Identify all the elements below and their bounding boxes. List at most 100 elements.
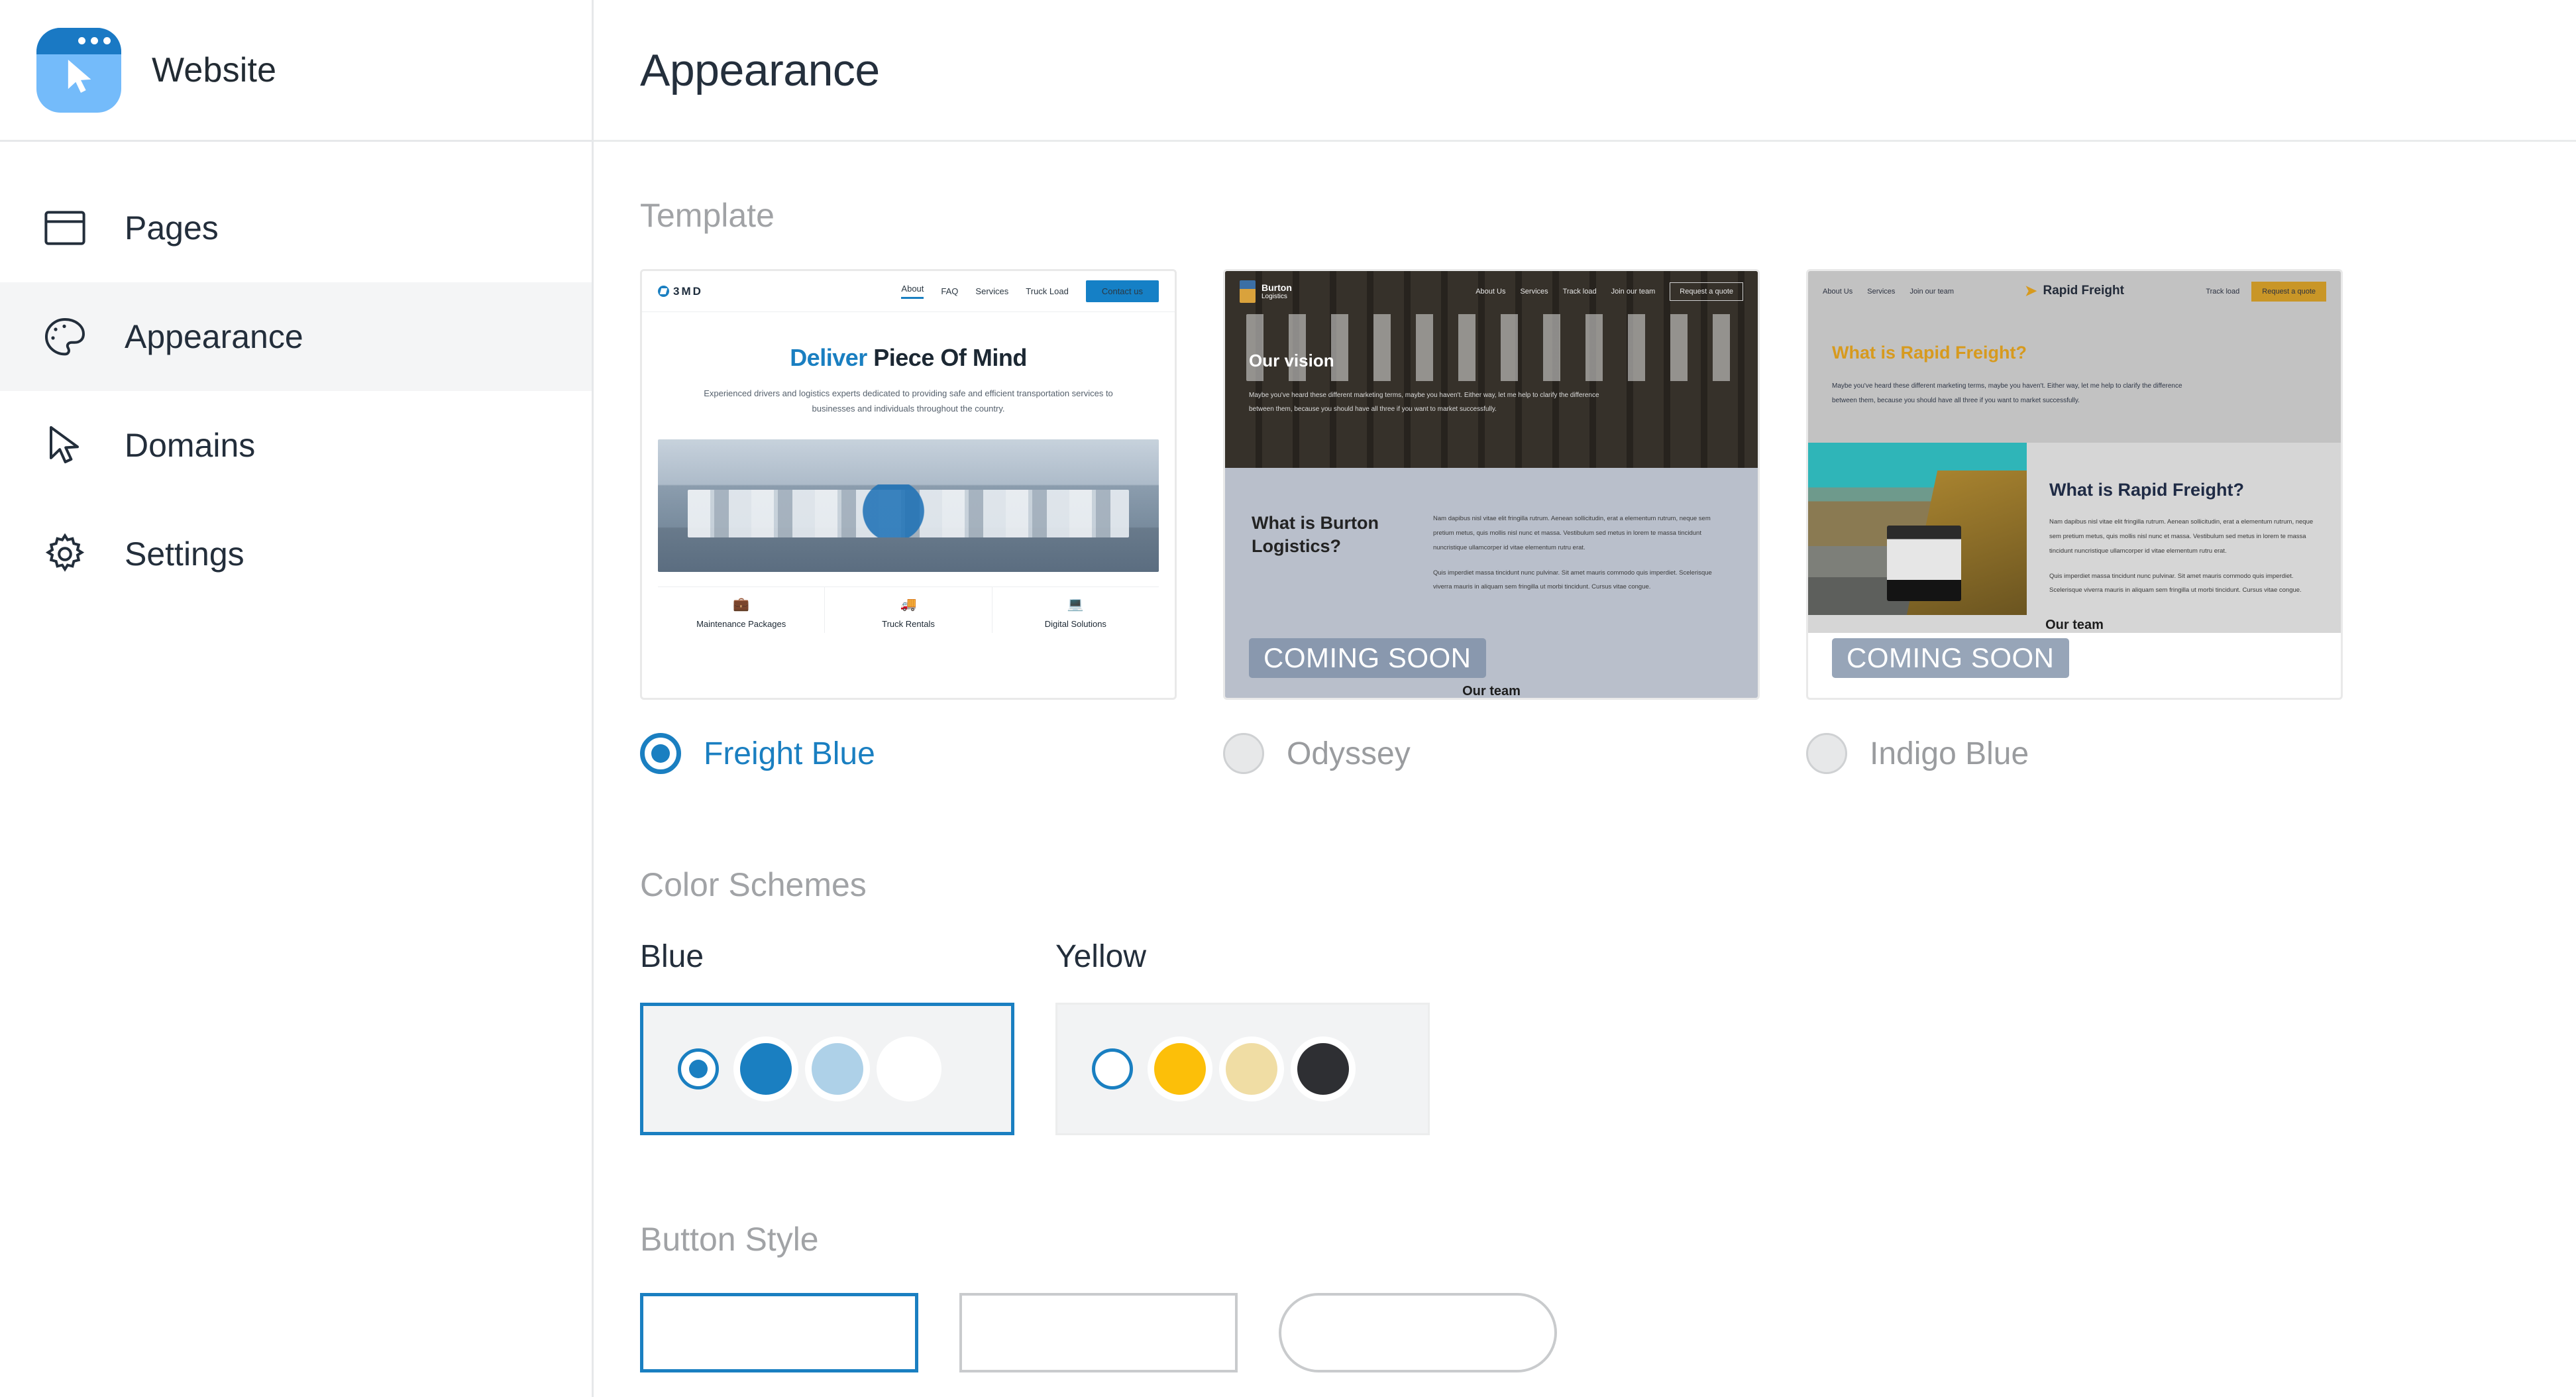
logo-line1: Burton (1261, 282, 1292, 294)
sidebar-item-label: Domains (125, 427, 256, 464)
button-style-option-square[interactable] (959, 1293, 1238, 1372)
logo-mark-icon (658, 286, 669, 297)
palette-icon (40, 311, 90, 362)
button-style-option-rounded[interactable] (1279, 1293, 1557, 1372)
color-schemes-row: Blue Yellow (640, 938, 2576, 1135)
nav-link: About Us (1476, 288, 1506, 296)
template-option-indigo-blue[interactable]: About Us Services Join our team ➤ Rapid … (1806, 269, 2343, 774)
sidebar-item-domains[interactable]: Domains (0, 391, 592, 500)
dot (103, 37, 111, 44)
laptop-icon: 💻 (1067, 596, 1084, 612)
logo-line2: Logistics (1261, 293, 1287, 301)
section-title: What is Rapid Freight? (2049, 480, 2244, 500)
radio-selected-icon[interactable] (678, 1048, 719, 1090)
section-title: What is Burton Logistics? (1252, 513, 1379, 557)
preview-logo: 3MD (658, 285, 703, 298)
preview-feature-cards: 💼 Maintenance Packages 🚚 Truck Rentals 💻 (658, 586, 1159, 633)
logo-text: Rapid Freight (2043, 284, 2124, 298)
icon-titlebar (36, 27, 121, 54)
template-option-odyssey[interactable]: Burton Logistics About Us Services Track… (1223, 269, 1760, 774)
browser-window-icon (40, 203, 90, 253)
sidebar-nav: Pages Appearance Domains Settings (0, 142, 592, 608)
preview-subheadline: Experienced drivers and logistics expert… (704, 388, 1113, 414)
sidebar: Website Pages Appearance Domains Setting… (0, 0, 594, 1397)
logo-mark-icon: ➤ (2025, 282, 2037, 299)
color-scheme-swatches-yellow[interactable] (1055, 1003, 1430, 1135)
headline-rest: Piece Of Mind (867, 344, 1027, 371)
template-label: Odyssey (1287, 736, 1411, 771)
template-preview-odyssey[interactable]: Burton Logistics About Us Services Track… (1223, 269, 1760, 700)
headline-accent: Deliver (790, 344, 867, 371)
preview-nav-links: About FAQ Services Truck Load Contact us (901, 280, 1159, 302)
template-radio-freight-blue[interactable]: Freight Blue (640, 733, 1177, 774)
body-paragraph: Quis imperdiet massa tincidunt nunc pulv… (1433, 569, 1712, 591)
template-preview-indigo-blue[interactable]: About Us Services Join our team ➤ Rapid … (1806, 269, 2343, 700)
dot (91, 37, 98, 44)
coming-soon-badge: COMING SOON (1832, 638, 2069, 678)
template-preview-freight-blue[interactable]: 3MD About FAQ Services Truck Load Contac… (640, 269, 1177, 700)
template-option-freight-blue[interactable]: 3MD About FAQ Services Truck Load Contac… (640, 269, 1177, 774)
hero-title: What is Rapid Freight? (1832, 343, 2027, 363)
cursor-arrow-icon (40, 420, 90, 471)
button-style-option-square-selected[interactable] (640, 1293, 918, 1372)
coming-soon-badge: COMING SOON (1249, 638, 1486, 678)
color-scheme-blue[interactable]: Blue (640, 938, 1014, 1135)
nav-link: FAQ (941, 286, 959, 296)
preview-footer-title: Our team (1462, 684, 1521, 698)
logo-mark-icon (1240, 280, 1256, 303)
template-radio-indigo-blue[interactable]: Indigo Blue (1806, 733, 2343, 774)
color-scheme-yellow[interactable]: Yellow (1055, 938, 1430, 1135)
nav-link: Services (975, 286, 1009, 296)
color-scheme-label: Blue (640, 939, 704, 974)
nav-link: About Us (1823, 288, 1853, 296)
preview-feature-card: 💼 Maintenance Packages (658, 587, 826, 633)
hand-truck-icon: 🚚 (900, 596, 917, 612)
preview-hero-photo: Burton Logistics About Us Services Track… (1225, 271, 1758, 468)
button-style-row (640, 1293, 2576, 1372)
browser-cursor-icon (36, 27, 121, 113)
color-swatch (1219, 1036, 1284, 1101)
preview-body-section: What is Rapid Freight? Nam dapibus nisl … (1808, 443, 2341, 615)
radio-unselected-icon[interactable] (1092, 1048, 1133, 1090)
preview-feature-card: 🚚 Truck Rentals (825, 587, 993, 633)
template-label: Indigo Blue (1870, 736, 2029, 771)
template-preview-inner: 3MD About FAQ Services Truck Load Contac… (642, 271, 1175, 698)
section-label-color-schemes: Color Schemes (640, 866, 867, 903)
template-label: Freight Blue (704, 736, 875, 771)
preview-hero: Deliver Piece Of Mind Experienced driver… (642, 312, 1175, 417)
preview-nav-links-left: About Us Services Join our team (1823, 288, 1954, 296)
template-preview-inner: About Us Services Join our team ➤ Rapid … (1808, 271, 2341, 698)
sidebar-item-settings[interactable]: Settings (0, 500, 592, 608)
template-radio-odyssey[interactable]: Odyssey (1223, 733, 1760, 774)
radio-selected-icon[interactable] (640, 733, 681, 774)
radio-unselected-icon[interactable] (1806, 733, 1847, 774)
nav-link: Join our team (1611, 288, 1656, 296)
sidebar-item-pages[interactable]: Pages (0, 174, 592, 282)
preview-navbar: 3MD About FAQ Services Truck Load Contac… (642, 271, 1175, 312)
preview-hero-image (658, 439, 1159, 572)
color-scheme-label: Yellow (1055, 939, 1146, 974)
color-schemes-section: Color Schemes Blue Yellow (640, 866, 2576, 1135)
settings-content: Template 3MD About FAQ Services Truck Lo… (594, 142, 2576, 1397)
button-style-section: Button Style (640, 1220, 2576, 1372)
preview-footer-title: Our team (1808, 615, 2341, 633)
nav-link: Services (1520, 288, 1548, 296)
sidebar-item-label: Settings (125, 535, 244, 573)
radio-unselected-icon[interactable] (1223, 733, 1264, 774)
hero-body: Maybe you've heard these different marke… (1832, 382, 2182, 404)
nav-link: Truck Load (1026, 286, 1069, 296)
briefcase-icon: 💼 (733, 596, 750, 612)
preview-logo: ➤ Rapid Freight (2025, 282, 2124, 300)
color-swatch (733, 1036, 798, 1101)
preview-navbar: Burton Logistics About Us Services Track… (1225, 271, 1758, 312)
app-brand: Website (0, 0, 592, 142)
feature-title: Maintenance Packages (696, 618, 786, 629)
dot (78, 37, 85, 44)
preview-navbar: About Us Services Join our team ➤ Rapid … (1808, 271, 2341, 312)
sidebar-item-appearance[interactable]: Appearance (0, 282, 592, 391)
preview-feature-card: 💻 Digital Solutions (993, 587, 1159, 633)
body-paragraph: Nam dapibus nisl vitae elit fringilla ru… (1433, 515, 1711, 551)
color-scheme-swatches-blue[interactable] (640, 1003, 1014, 1135)
main-panel: Appearance Template 3MD About FAQ Servic… (594, 0, 2576, 1397)
hero-body: Maybe you've heard these different marke… (1249, 392, 1599, 413)
